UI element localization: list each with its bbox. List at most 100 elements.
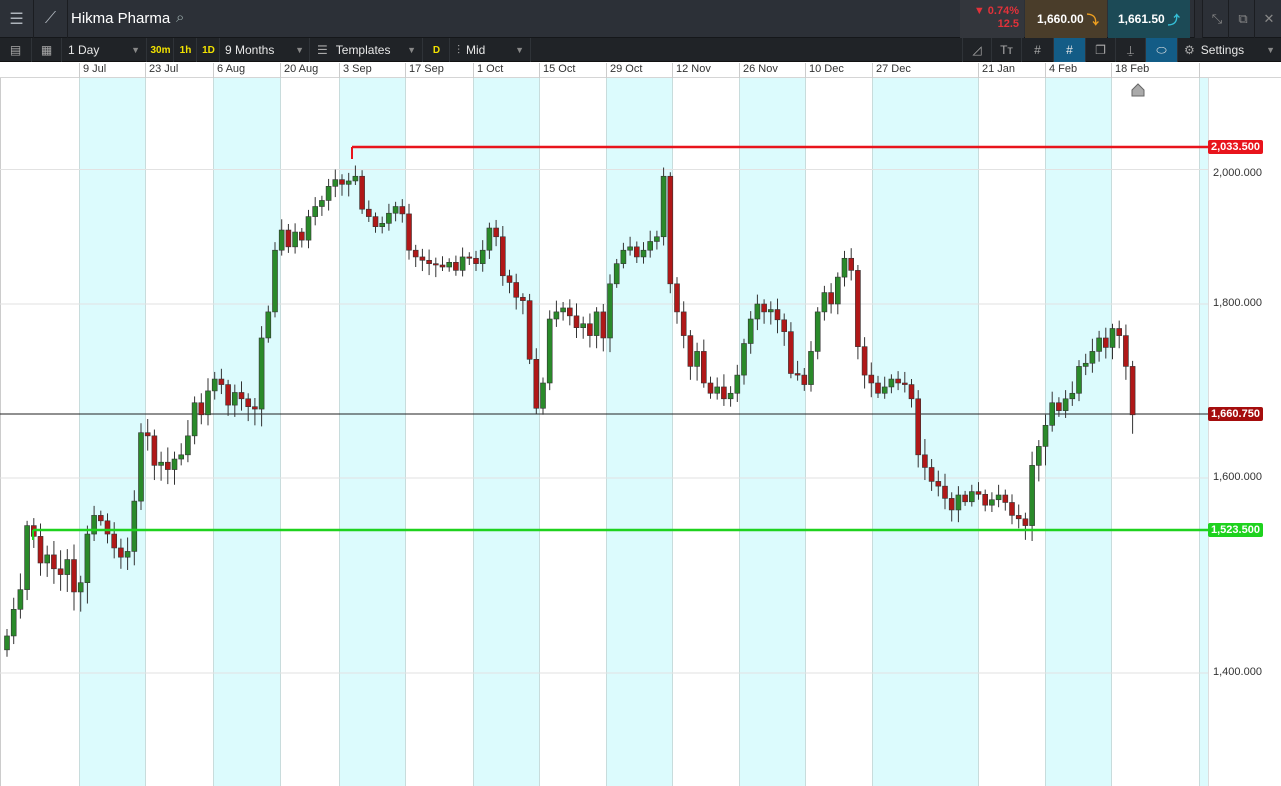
menu-icon[interactable]: ☰ [0, 0, 34, 38]
arrow-down-icon: ⤵ [1086, 12, 1099, 27]
close-icon[interactable]: ✕ [1254, 0, 1281, 38]
tag-icon[interactable]: ⬭ [1146, 38, 1178, 62]
grid-icon[interactable]: # [1022, 38, 1054, 62]
candle-body [1116, 328, 1122, 336]
change-abs: 12.5 [997, 18, 1019, 30]
candle-body [17, 589, 24, 610]
interval-select[interactable]: 1 Day ▼ [62, 38, 147, 62]
candle-body [600, 311, 607, 339]
candles-icon: ⫶ [457, 42, 461, 57]
candle-body [91, 515, 97, 535]
candle-body [1123, 335, 1129, 367]
draw-line-icon[interactable]: ◿ [962, 38, 992, 62]
candle-body [185, 435, 191, 456]
candle-body [24, 525, 30, 590]
candle-body [700, 351, 707, 384]
session-band [213, 78, 280, 786]
quick-1d[interactable]: 1D [198, 38, 220, 62]
candle-body [895, 378, 901, 384]
candle-body [325, 186, 332, 201]
d-button[interactable]: D [424, 38, 450, 62]
candle-body [151, 435, 158, 466]
candle-body [968, 491, 975, 503]
sell-price: 1,660.00 [1037, 12, 1084, 26]
instrument-title: Hikma Pharma [71, 10, 171, 27]
candle-body [191, 402, 198, 437]
candle-body [319, 200, 325, 207]
candle-body [439, 264, 446, 268]
quick-30m[interactable]: 30m [148, 38, 174, 62]
candle-body [613, 263, 620, 285]
sell-button[interactable]: 1,660.00 ⤵ [1025, 0, 1107, 38]
candle-body [1009, 502, 1015, 516]
candle-body [138, 432, 144, 502]
candle-body [546, 318, 553, 384]
price-chart[interactable] [0, 78, 1281, 786]
crosshair-icon[interactable]: ⍊ [1116, 38, 1146, 62]
settings-label: Settings [1200, 43, 1245, 57]
price-type-select[interactable]: ⫶ Mid ▼ [451, 38, 531, 62]
date-axis-end [1199, 63, 1203, 78]
buy-button[interactable]: 1,661.50 ⤴ [1108, 0, 1190, 38]
session-band [739, 78, 805, 786]
candle-body [1042, 425, 1049, 447]
candle-body [727, 392, 734, 400]
text-icon[interactable]: Tт [992, 38, 1022, 62]
grid-edit-icon[interactable]: # [1054, 38, 1086, 62]
candle-body [104, 520, 111, 535]
candle-body [1015, 515, 1022, 520]
candle-body [922, 454, 928, 468]
candle-body [432, 263, 439, 266]
drag-handle[interactable] [1194, 0, 1202, 38]
candle-body [566, 307, 573, 317]
candle-body [1036, 446, 1042, 466]
candle-body [861, 346, 868, 376]
candle-body [1002, 494, 1009, 503]
candle-body [714, 386, 721, 394]
candle-body [493, 227, 499, 238]
candle-body [111, 533, 117, 549]
date-tick-label: 29 Oct [606, 63, 642, 78]
date-tick-label: 21 Jan [978, 63, 1015, 78]
candle-body [573, 315, 580, 328]
candle-body [466, 256, 473, 259]
candle-body [292, 231, 298, 248]
candle-body [1129, 366, 1136, 416]
candle-body [1109, 328, 1116, 348]
candle-body [178, 454, 184, 460]
settings-button[interactable]: ⚙ Settings ▼ [1178, 38, 1281, 62]
resistance-price-tag: 2,033.500 [1208, 140, 1263, 154]
candle-body [359, 175, 365, 210]
date-axis: 9 Jul 23 Jul 6 Aug 20 Aug 3 Sep 17 Sep 1 Oct 15… [0, 62, 1281, 78]
candle-body [540, 382, 546, 409]
candle-body [767, 309, 774, 313]
candle-body [674, 283, 680, 313]
gear-icon: ⚙ [1184, 43, 1195, 57]
candle-body [593, 311, 600, 336]
quick-1h[interactable]: 1h [175, 38, 197, 62]
list-icon[interactable]: ▤ [0, 38, 32, 62]
minimize-icon[interactable]: ⤡ [1202, 0, 1231, 38]
chart-type-icon[interactable]: ⟋ [34, 0, 68, 38]
candle-body [526, 300, 533, 360]
candle-body [232, 392, 238, 406]
templates-select[interactable]: ☰ Templates ▼ [311, 38, 423, 62]
popout-icon[interactable]: ⧉ [1228, 0, 1257, 38]
candle-body [84, 533, 91, 583]
layout-icon[interactable]: ▦ [32, 38, 62, 62]
candle-body [1056, 402, 1062, 411]
candle-body [386, 212, 392, 224]
candle-body [814, 311, 821, 352]
y-tick-label: 1,600.000 [1213, 471, 1262, 483]
search-icon[interactable]: ⌕ [176, 9, 184, 26]
candle-body [158, 461, 164, 466]
range-select[interactable]: 9 Months ▼ [220, 38, 310, 62]
windows-icon[interactable]: ❐ [1086, 38, 1116, 62]
candle-body [473, 257, 479, 264]
date-tick-label: 3 Sep [339, 63, 372, 78]
candle-body [57, 568, 64, 575]
candle-body [1082, 362, 1089, 367]
candle-body [225, 384, 231, 406]
candle-body [848, 257, 855, 271]
candle-body [77, 582, 84, 593]
